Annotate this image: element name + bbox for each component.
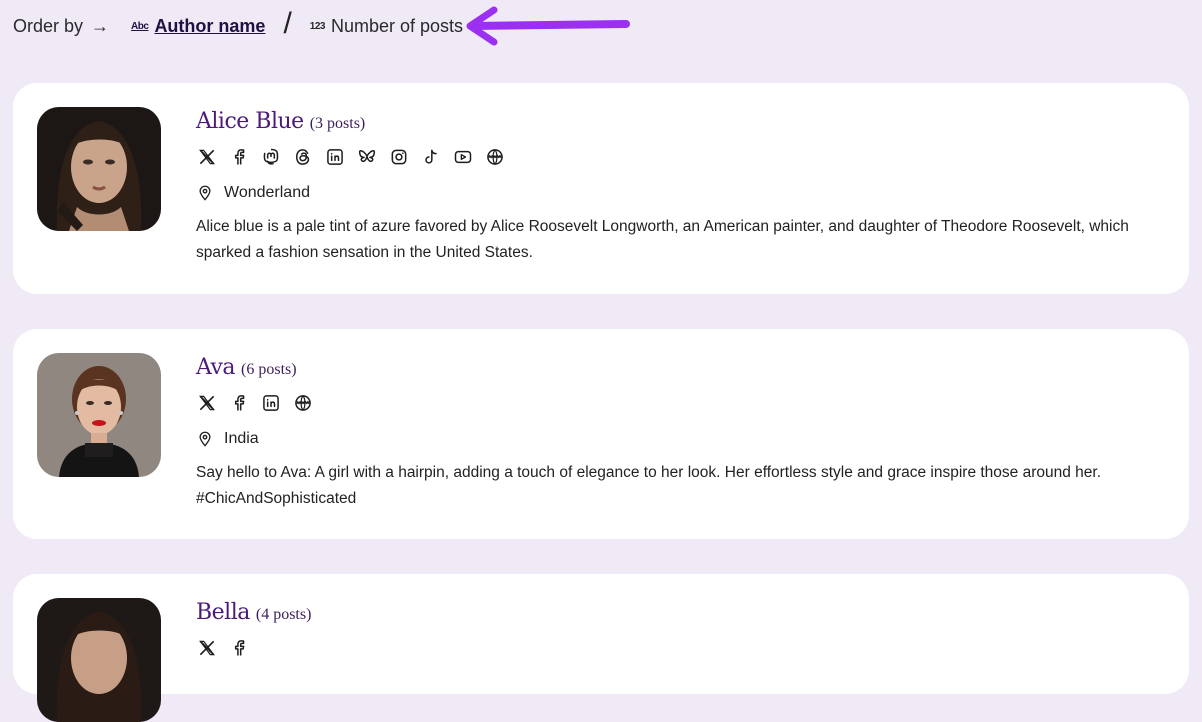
x-icon[interactable] xyxy=(196,392,218,414)
avatar[interactable] xyxy=(37,107,161,231)
social-links xyxy=(196,637,1149,659)
order-option-label: Author name xyxy=(154,15,266,36)
numeric-icon: 123 xyxy=(309,20,326,32)
author-info: Bella (4 posts) xyxy=(196,600,1149,659)
linkedin-icon[interactable] xyxy=(324,146,346,168)
pointer-arrow-icon xyxy=(466,6,630,46)
order-by-bar: Order by → Abc Author name / 123 Number … xyxy=(13,7,463,44)
author-heading: Ava (6 posts) xyxy=(196,355,1149,380)
author-heading: Bella (4 posts) xyxy=(196,600,1149,625)
facebook-icon[interactable] xyxy=(228,146,250,168)
author-name-link[interactable]: Bella xyxy=(196,600,250,625)
author-name-link[interactable]: Ava xyxy=(196,355,236,380)
post-count: (4 posts) xyxy=(255,606,312,623)
author-card: Ava (6 posts) India Say hello to Ava: A … xyxy=(13,329,1189,539)
post-count: (3 posts) xyxy=(309,115,366,132)
order-by-author-name-link[interactable]: Abc Author name xyxy=(131,16,265,37)
order-separator: / xyxy=(283,7,292,40)
bluesky-icon[interactable] xyxy=(356,146,378,168)
location-pin-icon xyxy=(196,184,214,202)
author-card: Alice Blue (3 posts) Wonderland Alice bl… xyxy=(13,83,1189,294)
order-by-label: Order by → xyxy=(13,15,110,36)
avatar[interactable] xyxy=(37,353,161,477)
tiktok-icon[interactable] xyxy=(420,146,442,168)
x-icon[interactable] xyxy=(196,146,218,168)
order-by-number-of-posts-link[interactable]: 123 Number of posts xyxy=(310,16,463,37)
mastodon-icon[interactable] xyxy=(260,146,282,168)
social-links xyxy=(196,392,1149,414)
author-bio: Alice blue is a pale tint of azure favor… xyxy=(196,218,1129,261)
youtube-icon[interactable] xyxy=(452,146,474,168)
author-info: Alice Blue (3 posts) Wonderland Alice bl… xyxy=(196,109,1149,266)
post-count: (6 posts) xyxy=(241,361,297,378)
x-icon[interactable] xyxy=(196,637,218,659)
location-text: Wonderland xyxy=(224,184,310,201)
location-text: India xyxy=(224,430,259,447)
alphabetical-icon: Abc xyxy=(131,20,149,32)
author-name-link[interactable]: Alice Blue xyxy=(196,109,304,134)
author-location: India xyxy=(196,430,1149,448)
avatar[interactable] xyxy=(37,598,161,722)
location-pin-icon xyxy=(196,430,214,448)
linkedin-icon[interactable] xyxy=(260,392,282,414)
website-icon[interactable] xyxy=(484,146,506,168)
threads-icon[interactable] xyxy=(292,146,314,168)
website-icon[interactable] xyxy=(292,392,314,414)
author-bio: Say hello to Ava: A girl with a hairpin,… xyxy=(196,464,1102,507)
order-option-label: Number of posts xyxy=(330,15,464,36)
facebook-icon[interactable] xyxy=(228,637,250,659)
author-card: Bella (4 posts) xyxy=(13,574,1189,722)
author-heading: Alice Blue (3 posts) xyxy=(196,109,1149,134)
arrow-right-icon: → xyxy=(91,15,110,36)
author-location: Wonderland xyxy=(196,184,1149,202)
social-links xyxy=(196,146,1149,168)
author-info: Ava (6 posts) India Say hello to Ava: A … xyxy=(196,355,1149,512)
facebook-icon[interactable] xyxy=(228,392,250,414)
instagram-icon[interactable] xyxy=(388,146,410,168)
